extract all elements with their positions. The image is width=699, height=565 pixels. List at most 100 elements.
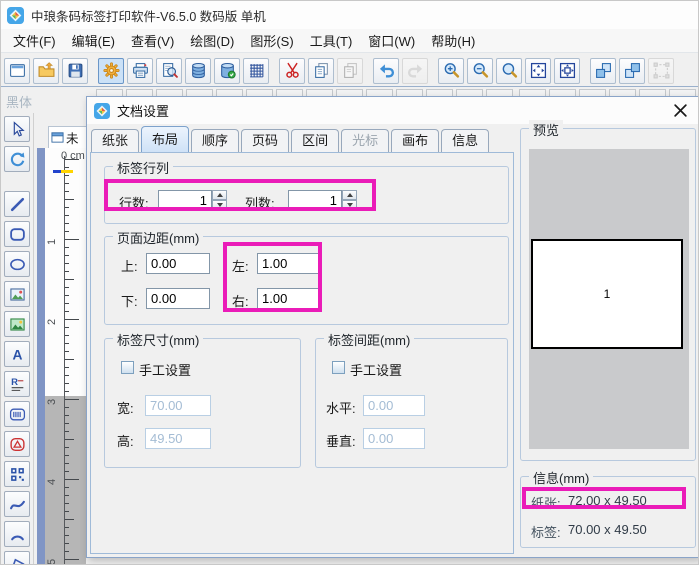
label-height-label: 高: [117,434,134,449]
open-file-button[interactable] [33,57,59,84]
stamp-tool-icon [9,436,26,453]
dialog-title-bar[interactable]: 文档设置 [87,97,698,124]
tab-layout[interactable]: 布局 [141,126,190,152]
margin-top-input[interactable]: 0.00 [146,253,210,274]
fit-window-button[interactable] [525,57,551,84]
menu-file[interactable]: 文件(F) [5,29,64,52]
menu-window[interactable]: 窗口(W) [360,29,423,52]
margin-left-input[interactable]: 1.00 [257,253,319,274]
menu-view[interactable]: 查看(V) [123,29,182,52]
document-tab[interactable]: 未 [48,126,86,148]
manual-size-checkbox[interactable] [121,361,134,374]
tab-page-number[interactable]: 页码 [241,129,290,152]
rich-text-tool-button[interactable]: R [4,371,30,397]
save-file-icon [67,62,84,79]
gap-vertical-input: 0.00 [363,428,425,449]
bring-to-front-icon [595,62,612,79]
text-tool-icon: A [9,346,26,363]
menu-edit[interactable]: 编辑(E) [64,29,123,52]
polygon-tool-button[interactable] [4,551,30,564]
qr-code-tool-button[interactable] [4,461,30,487]
undo-icon [378,62,395,79]
zoom-out-button[interactable] [467,57,493,84]
database-connect-button[interactable] [214,57,240,84]
dialog-icon [94,102,110,119]
cols-spinner-down[interactable] [342,200,357,210]
ruler-number: 3 [46,398,58,405]
curve-tool-button[interactable] [4,491,30,517]
rounded-rect-tool-button[interactable] [4,221,30,247]
pointer-tool-icon [9,120,26,138]
menu-draw[interactable]: 绘图(D) [182,29,242,52]
zoom-select-button[interactable] [496,57,522,84]
print-icon [132,62,149,79]
group-info: 信息(mm) 纸张: 72.00 x 49.50 标签: 70.00 x 49.… [520,468,696,548]
open-file-icon [38,62,55,79]
close-button[interactable] [673,103,688,118]
rows-spinner-down[interactable] [212,200,227,210]
fit-page-button[interactable] [554,57,580,84]
rows-input[interactable]: 1 [158,190,212,211]
zoom-out-icon [472,62,489,79]
copy-button[interactable] [308,57,334,84]
group-preview: 预览 1 [520,120,696,461]
image-tool-icon [9,286,26,303]
ruler-number: 5 [46,558,58,565]
tab-order[interactable]: 顺序 [191,129,240,152]
arc-tool-button[interactable] [4,521,30,547]
cols-spinner-up[interactable] [342,190,357,200]
pointer-tool-button[interactable] [4,116,30,142]
menu-help[interactable]: 帮助(H) [423,29,483,52]
paste-icon [342,62,359,79]
cols-spinner [342,190,357,211]
print-preview-icon [161,62,178,79]
font-family-combo: 黑体 [6,95,33,110]
ruler-marker [53,170,61,173]
print-button[interactable] [127,57,153,84]
barcode-tool-button[interactable] [4,401,30,427]
undo-button[interactable] [373,57,399,84]
bring-to-front-button[interactable] [590,57,616,84]
database-button[interactable] [185,57,211,84]
rotate-tool-button[interactable] [4,146,30,172]
image-tool-button[interactable] [4,281,30,307]
image-color-tool-button[interactable] [4,311,30,337]
stamp-tool-button[interactable] [4,431,30,457]
send-to-back-button[interactable] [619,57,645,84]
curve-tool-icon [9,496,26,513]
qr-code-tool-icon [9,466,26,483]
manual-gap-checkbox[interactable] [332,361,345,374]
ellipse-tool-icon [9,256,26,273]
tab-info[interactable]: 信息 [441,129,490,152]
ellipse-tool-button[interactable] [4,251,30,277]
tab-range[interactable]: 区间 [291,129,340,152]
gap-vertical-label: 垂直: [326,434,356,449]
text-tool-button[interactable]: A [4,341,30,367]
grid-toggle-button[interactable] [243,57,269,84]
cut-button[interactable] [279,57,305,84]
document-settings-button[interactable] [98,57,124,84]
cut-icon [284,62,301,79]
margin-bottom-input[interactable]: 0.00 [146,288,210,309]
new-document-button[interactable] [4,57,30,84]
print-preview-button[interactable] [156,57,182,84]
close-icon [674,104,687,117]
app-window: 中琅条码标签打印软件-V6.5.0 数码版 单机 文件(F) 编辑(E) 查看(… [0,0,699,565]
rich-text-tool-icon: R [9,376,26,393]
rows-spinner-up[interactable] [212,190,227,200]
group-title-rows-cols: 标签行列 [113,158,174,177]
label-height-input: 49.50 [145,428,211,449]
ruler-origin-label: 0 cm [61,150,85,162]
cols-input[interactable]: 1 [288,190,342,211]
preview-page: 1 [531,239,683,349]
tab-paper[interactable]: 纸张 [91,129,140,152]
line-tool-button[interactable] [4,191,30,217]
menu-graphics[interactable]: 图形(S) [242,29,301,52]
menu-tools[interactable]: 工具(T) [302,29,361,52]
title-bar: 中琅条码标签打印软件-V6.5.0 数码版 单机 [1,1,698,29]
tab-canvas[interactable]: 画布 [391,129,440,152]
margin-right-input[interactable]: 1.00 [257,288,319,309]
zoom-in-button[interactable] [438,57,464,84]
send-to-back-icon [624,62,641,79]
save-file-button[interactable] [62,57,88,84]
